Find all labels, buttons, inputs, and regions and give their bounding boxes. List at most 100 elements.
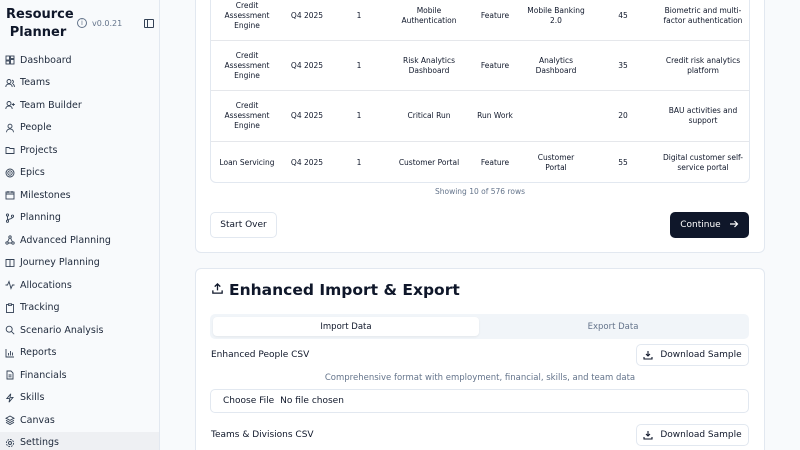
teams-csv-label: Teams & Divisions CSV bbox=[211, 430, 314, 440]
gear-icon bbox=[5, 438, 15, 448]
people-csv-description: Comprehensive format with employment, fi… bbox=[324, 373, 636, 383]
sidebar-item-canvas[interactable]: Canvas bbox=[0, 409, 159, 432]
upload-icon bbox=[211, 281, 224, 299]
sidebar-item-team-builder[interactable]: Team Builder bbox=[0, 94, 159, 117]
quarter-cell: Q4 2025 bbox=[290, 111, 324, 120]
sidebar-item-scenario-analysis[interactable]: Scenario Analysis bbox=[0, 319, 159, 342]
choose-file-button[interactable]: Choose File bbox=[223, 396, 274, 406]
sidebar-item-label: Planning bbox=[20, 212, 61, 224]
sidebar-item-skills[interactable]: Skills bbox=[0, 387, 159, 410]
table-row: Loan Servicing Q4 2025 1 Customer Portal Fea… bbox=[211, 142, 749, 182]
download-sample-button-teams[interactable]: Download Sample bbox=[636, 424, 749, 446]
owner-cell: Loan Servicing bbox=[219, 158, 275, 167]
description-cell: BAU activities and support bbox=[668, 106, 738, 125]
section-title: Enhanced Import & Export bbox=[211, 281, 460, 299]
project-cell: Analytics Dashboard bbox=[535, 55, 577, 75]
sidebar-item-milestones[interactable]: Milestones bbox=[0, 184, 159, 207]
sidebar-item-label: Dashboard bbox=[20, 54, 72, 66]
effort-cell: 45 bbox=[618, 10, 628, 20]
sidebar-item-people[interactable]: People bbox=[0, 117, 159, 140]
file-icon bbox=[5, 370, 15, 380]
import-export-title: Enhanced Import & Export bbox=[229, 281, 460, 299]
table-row: Credit Assessment Engine Q4 2025 1 Critical… bbox=[211, 91, 749, 142]
sidebar-item-label: Settings bbox=[20, 437, 59, 449]
sidebar-item-advanced-planning[interactable]: Advanced Planning bbox=[0, 229, 159, 252]
sidebar-item-label: Scenario Analysis bbox=[20, 324, 104, 336]
sidebar-item-label: Projects bbox=[20, 144, 58, 156]
epic-name-cell: Risk Analytics Dashboard bbox=[403, 55, 455, 75]
sidebar-item-allocations[interactable]: Allocations bbox=[0, 274, 159, 297]
table-row: Credit Assessment Engine Q4 2025 1 Risk Ana… bbox=[211, 41, 749, 91]
sidebar-item-epics[interactable]: Epics bbox=[0, 162, 159, 185]
target-icon bbox=[5, 168, 15, 178]
sidebar-item-label: Tracking bbox=[20, 302, 60, 314]
sidebar-item-financials[interactable]: Financials bbox=[0, 364, 159, 387]
start-over-button[interactable]: Start Over bbox=[210, 212, 277, 238]
sidebar-item-label: Advanced Planning bbox=[20, 234, 111, 246]
sidebar-item-label: Reports bbox=[20, 347, 57, 359]
owner-cell: Credit Assessment Engine bbox=[224, 50, 270, 80]
tab-export-label: Export Data bbox=[587, 321, 639, 332]
tab-export-data[interactable]: Export Data bbox=[480, 317, 746, 336]
priority-cell: 1 bbox=[356, 158, 362, 167]
table-row: Credit Assessment Engine Q4 2025 1 Mobile A… bbox=[211, 0, 749, 41]
sidebar-item-teams[interactable]: Teams bbox=[0, 72, 159, 95]
type-cell: Feature bbox=[480, 10, 510, 20]
people-csv-label: Enhanced People CSV bbox=[211, 350, 310, 360]
effort-cell: 35 bbox=[618, 60, 628, 70]
info-icon[interactable]: i bbox=[77, 18, 87, 28]
sidebar-item-label: Milestones bbox=[20, 189, 71, 201]
continue-button[interactable]: Continue bbox=[670, 212, 749, 238]
project-cell bbox=[526, 91, 586, 141]
tab-import-data[interactable]: Import Data bbox=[213, 317, 479, 336]
zap-icon bbox=[5, 393, 15, 403]
version-label: v0.0.21 bbox=[92, 18, 123, 28]
arrow-right-icon bbox=[729, 219, 739, 232]
quarter-cell: Q4 2025 bbox=[290, 158, 324, 167]
sidebar-toggle-icon[interactable] bbox=[144, 19, 154, 28]
start-over-label: Start Over bbox=[220, 220, 267, 230]
sidebar-item-label: Skills bbox=[20, 392, 45, 404]
sidebar-item-dashboard[interactable]: Dashboard bbox=[0, 49, 159, 72]
owner-cell: Credit Assessment Engine bbox=[224, 0, 270, 30]
app-title: Resource Planner bbox=[6, 7, 74, 40]
effort-cell: 20 bbox=[618, 111, 628, 120]
sidebar-item-projects[interactable]: Projects bbox=[0, 139, 159, 162]
download-sample-label: Download Sample bbox=[660, 430, 742, 440]
sidebar-nav: Dashboard Teams Team Builder People Projects… bbox=[0, 49, 159, 450]
sidebar-item-settings[interactable]: Settings bbox=[0, 431, 159, 450]
folder-icon bbox=[5, 145, 15, 155]
sidebar-item-reports[interactable]: Reports bbox=[0, 342, 159, 365]
book-icon bbox=[5, 258, 15, 268]
dashboard-icon bbox=[5, 55, 15, 65]
bar-chart-icon bbox=[5, 348, 15, 358]
search-icon bbox=[5, 325, 15, 335]
description-cell: Credit risk analytics platform bbox=[665, 55, 741, 75]
owner-cell: Credit Assessment Engine bbox=[224, 101, 270, 130]
download-sample-button-people[interactable]: Download Sample bbox=[636, 344, 749, 366]
effort-cell: 55 bbox=[618, 158, 628, 167]
type-cell: Run Work bbox=[477, 111, 513, 120]
calendar-icon bbox=[5, 190, 15, 200]
network-icon bbox=[5, 235, 15, 245]
sidebar-item-label: Journey Planning bbox=[20, 257, 100, 269]
preview-table: Credit Assessment Engine Q4 2025 1 Mobile A… bbox=[210, 0, 750, 183]
download-sample-label: Download Sample bbox=[660, 350, 742, 360]
sidebar-item-planning[interactable]: Planning bbox=[0, 207, 159, 230]
layers-icon bbox=[5, 415, 15, 426]
sidebar-item-label: Team Builder bbox=[20, 99, 82, 111]
quarter-cell: Q4 2025 bbox=[290, 10, 324, 20]
description-cell: Biometric and multi-factor authenticatio… bbox=[663, 5, 743, 25]
people-file-input[interactable]: Choose File No file chosen bbox=[210, 389, 749, 413]
import-export-tabs: Import Data Export Data bbox=[210, 314, 749, 339]
type-cell: Feature bbox=[480, 158, 510, 167]
clipboard-icon bbox=[5, 303, 15, 313]
sidebar-item-label: Teams bbox=[20, 77, 51, 89]
epic-name-cell: Customer Portal bbox=[398, 158, 460, 167]
sidebar-item-tracking[interactable]: Tracking bbox=[0, 297, 159, 320]
sidebar: Resource Planner i v0.0.21 Dashboard Team… bbox=[0, 0, 160, 450]
user-plus-icon bbox=[5, 100, 15, 110]
sidebar-item-journey-planning[interactable]: Journey Planning bbox=[0, 252, 159, 275]
branch-icon bbox=[5, 213, 15, 223]
project-cell: Customer Portal bbox=[537, 153, 575, 172]
